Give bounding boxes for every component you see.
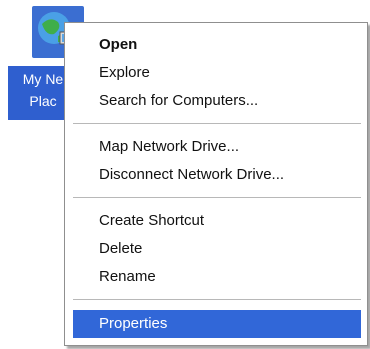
menu-item-rename[interactable]: Rename bbox=[73, 263, 361, 291]
menu-item-properties[interactable]: Properties bbox=[73, 310, 361, 338]
menu-item-delete[interactable]: Delete bbox=[73, 235, 361, 263]
menu-item-search-for-computers[interactable]: Search for Computers... bbox=[73, 87, 361, 115]
menu-item-open[interactable]: Open bbox=[73, 31, 361, 59]
menu-separator bbox=[73, 123, 361, 124]
menu-item-map-network-drive[interactable]: Map Network Drive... bbox=[73, 133, 361, 161]
menu-item-explore[interactable]: Explore bbox=[73, 59, 361, 87]
menu-item-disconnect-network-drive[interactable]: Disconnect Network Drive... bbox=[73, 161, 361, 189]
menu-separator bbox=[73, 197, 361, 198]
menu-separator bbox=[73, 299, 361, 300]
menu-item-create-shortcut[interactable]: Create Shortcut bbox=[73, 207, 361, 235]
context-menu: Open Explore Search for Computers... Map… bbox=[64, 22, 368, 346]
